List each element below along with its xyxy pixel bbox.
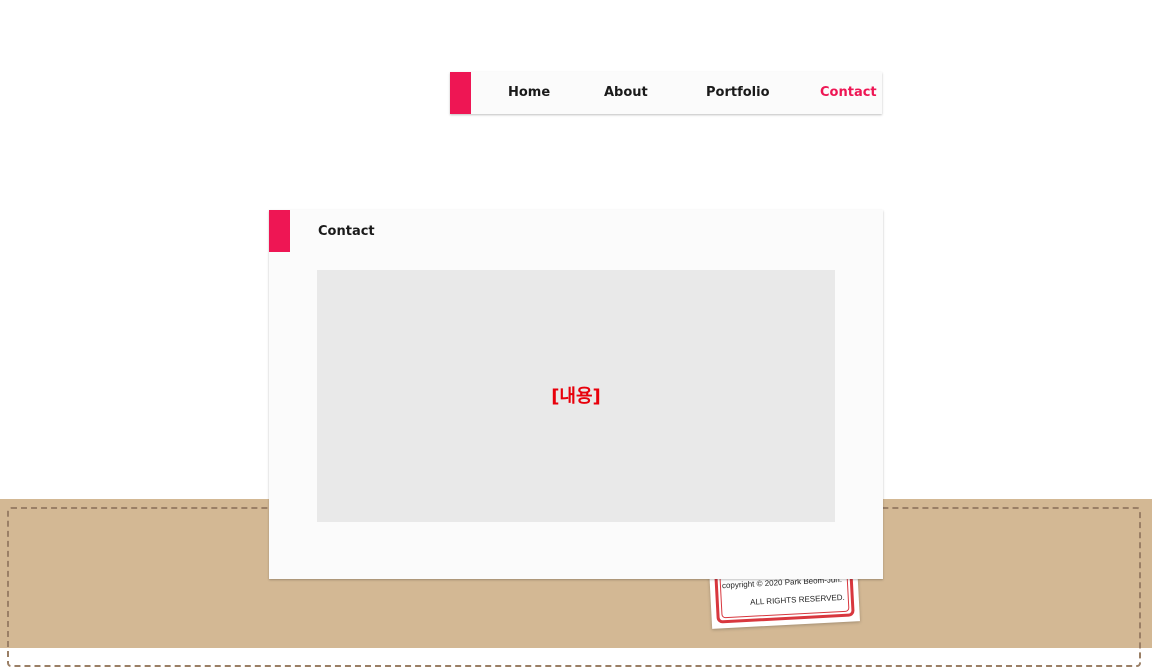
- nav-link-home[interactable]: Home: [508, 72, 550, 114]
- panel-title: Contact: [318, 224, 375, 239]
- contact-panel: Contact [내용]: [269, 210, 883, 579]
- main-nav: Home About Portfolio Contact: [450, 72, 882, 114]
- nav-link-contact[interactable]: Contact: [820, 72, 877, 114]
- nav-accent-bar: [450, 72, 471, 114]
- nav-link-about[interactable]: About: [604, 72, 648, 114]
- content-area: [내용]: [317, 270, 835, 522]
- nav-link-portfolio[interactable]: Portfolio: [706, 72, 770, 114]
- content-placeholder: [내용]: [551, 386, 601, 407]
- panel-accent-bar: [269, 210, 290, 252]
